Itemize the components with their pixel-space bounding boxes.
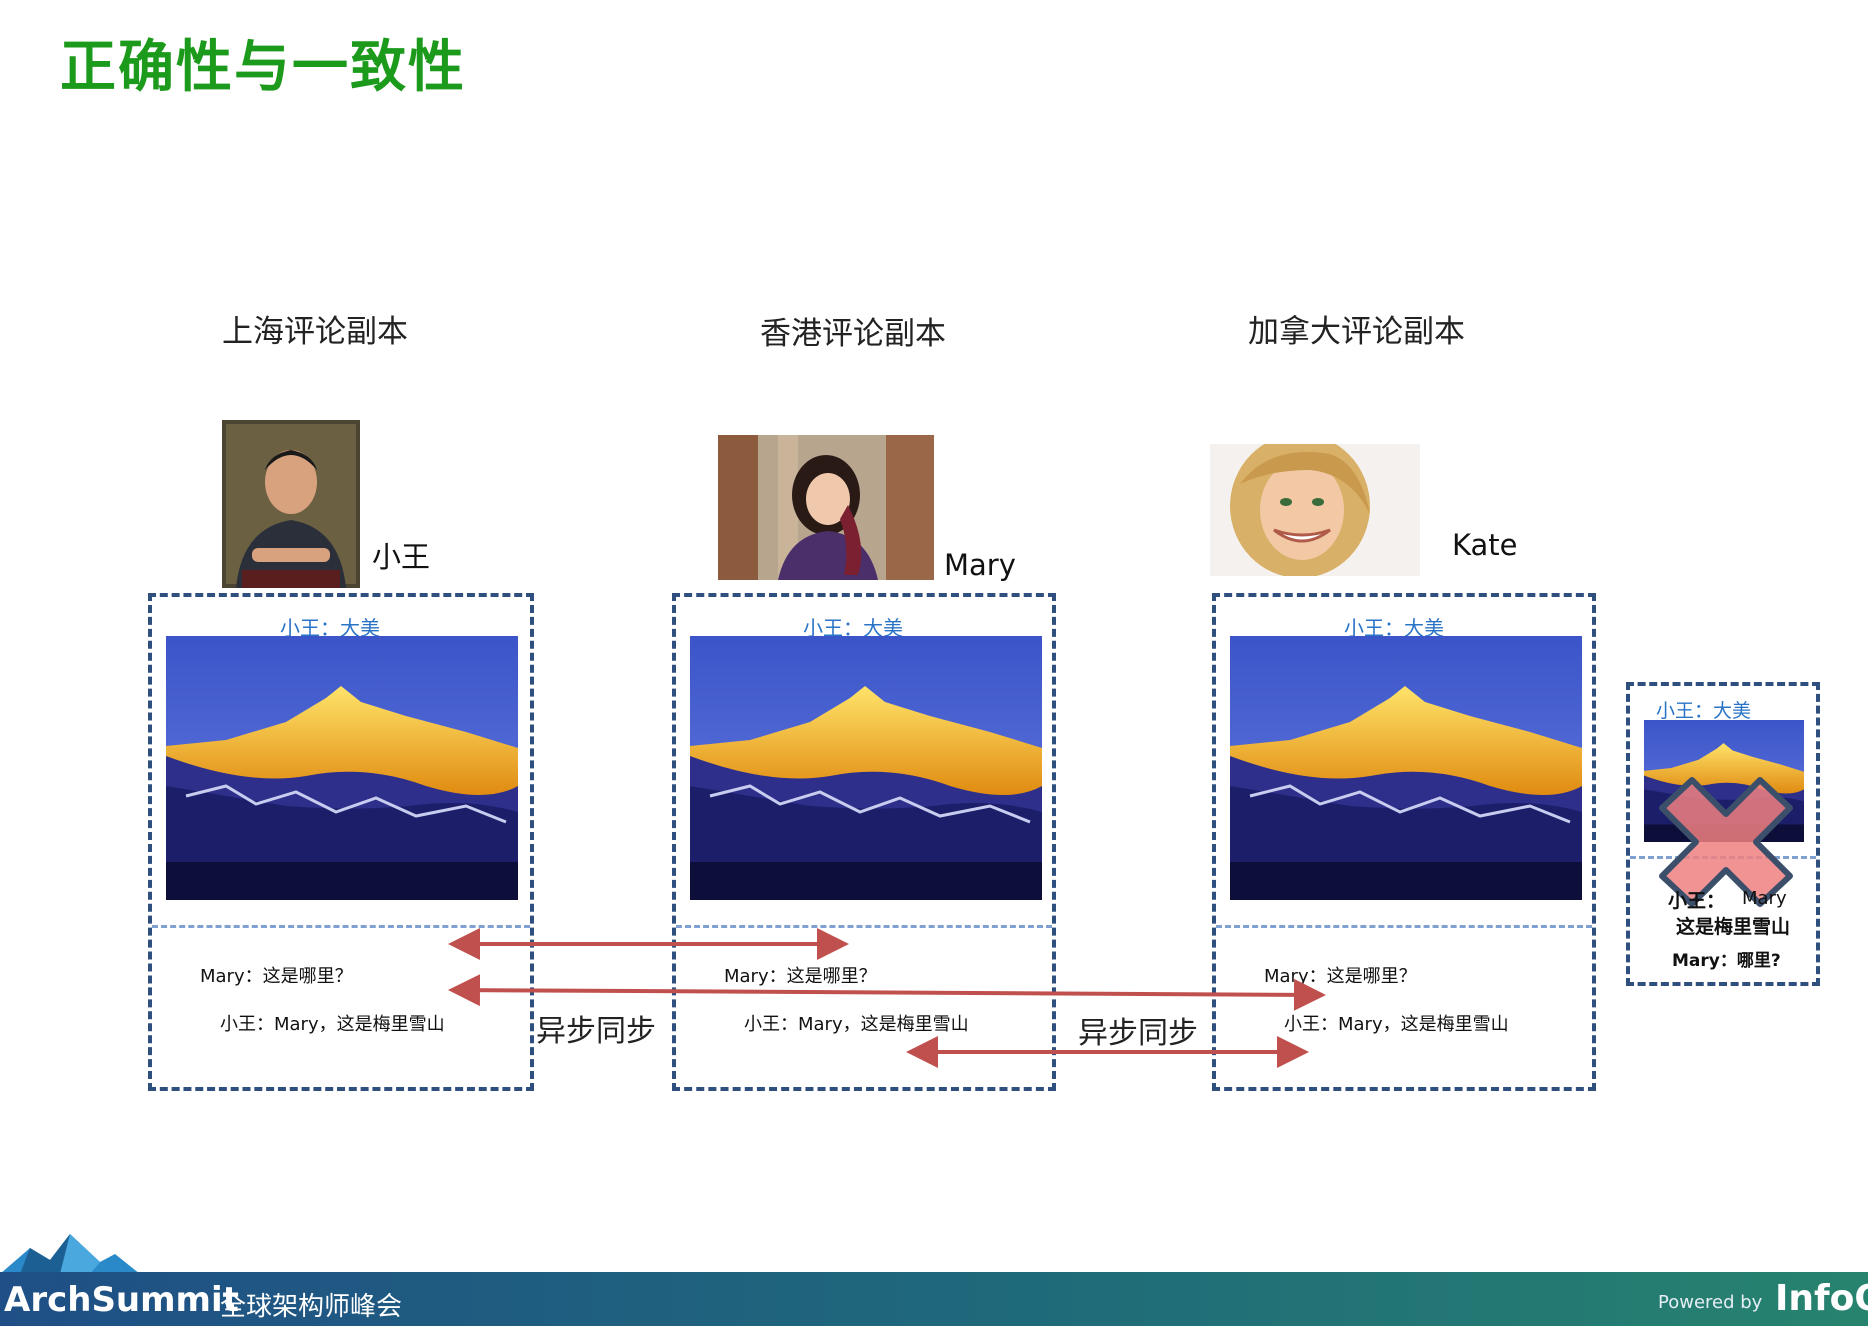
person-name-xiaowang: 小王 xyxy=(372,540,431,574)
page-title: 正确性与一致性 xyxy=(60,35,466,100)
inconsistent-comment-name: 小王： xyxy=(1668,890,1726,912)
comment-xiaowang: 小王：Mary，这是梅里雪山 xyxy=(220,1014,445,1035)
footer-brand: ArchSummit xyxy=(4,1280,239,1320)
mountain-photo xyxy=(1230,636,1582,900)
replica-label-canada: 加拿大评论副本 xyxy=(1248,314,1465,350)
comment-divider xyxy=(152,925,530,928)
sync-label-left: 异步同步 xyxy=(536,1014,656,1049)
avatar-mary xyxy=(718,435,934,580)
archsummit-mountain-logo xyxy=(0,1234,140,1274)
comment-mary: Mary：这是哪里？ xyxy=(200,966,353,987)
footer-powered-by: Powered by xyxy=(1658,1292,1763,1313)
footer-infoq-logo: InfoQ xyxy=(1775,1278,1868,1319)
comment-xiaowang: 小王：Mary，这是梅里雪山 xyxy=(744,1014,969,1035)
mountain-photo xyxy=(166,636,518,900)
inconsistent-comment-answer: 这是梅里雪山 xyxy=(1676,916,1791,938)
comment-divider xyxy=(1630,856,1816,859)
inconsistent-comment-mary: Mary xyxy=(1742,888,1787,909)
inconsistent-comment-question: Mary：哪里? xyxy=(1672,951,1781,971)
sync-label-right: 异步同步 xyxy=(1078,1016,1198,1051)
comment-mary: Mary：这是哪里？ xyxy=(724,966,877,987)
mountain-photo xyxy=(690,636,1042,900)
comment-divider xyxy=(676,925,1052,928)
footer-subtitle: 全球架构师峰会 xyxy=(220,1292,403,1322)
avatar-kate xyxy=(1210,444,1420,576)
replica-label-hongkong: 香港评论副本 xyxy=(760,316,946,352)
avatar-xiaowang xyxy=(222,420,360,588)
comment-divider xyxy=(1216,925,1592,928)
person-name-mary: Mary xyxy=(944,548,1016,582)
comment-mary: Mary：这是哪里？ xyxy=(1264,966,1417,987)
mountain-photo-small xyxy=(1644,720,1804,842)
post-caption: 小王：大美 xyxy=(1656,700,1752,722)
comment-xiaowang: 小王：Mary，这是梅里雪山 xyxy=(1284,1014,1509,1035)
person-name-kate: Kate xyxy=(1452,528,1518,562)
replica-label-shanghai: 上海评论副本 xyxy=(222,314,408,350)
